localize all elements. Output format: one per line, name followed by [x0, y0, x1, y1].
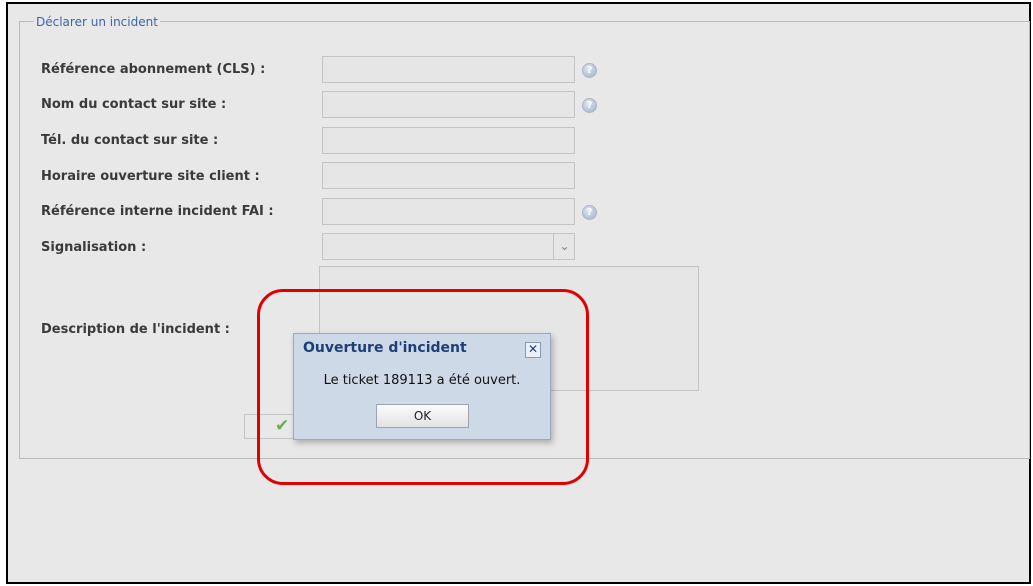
label-description: Description de l'incident : [41, 322, 230, 337]
horaire-ouverture-input[interactable] [322, 162, 575, 189]
chevron-down-icon[interactable]: ⌄ [553, 233, 575, 260]
annotation-highlight [257, 289, 589, 485]
nom-contact-input[interactable] [322, 91, 575, 118]
help-icon[interactable]: ? [582, 63, 597, 78]
help-icon[interactable]: ? [582, 205, 597, 220]
label-horaire-ouverture: Horaire ouverture site client : [41, 169, 260, 184]
reference-abonnement-input[interactable] [322, 56, 575, 83]
label-reference-abonnement: Référence abonnement (CLS) : [41, 62, 266, 77]
help-icon[interactable]: ? [582, 98, 597, 113]
label-tel-contact: Tél. du contact sur site : [41, 133, 219, 148]
label-reference-interne: Référence interne incident FAI : [41, 204, 274, 219]
label-signalisation: Signalisation : [41, 240, 147, 255]
signalisation-select[interactable] [322, 233, 575, 260]
tel-contact-input[interactable] [322, 127, 575, 154]
label-nom-contact: Nom du contact sur site : [41, 97, 227, 112]
reference-interne-input[interactable] [322, 198, 575, 225]
fieldset-legend: Déclarer un incident [34, 15, 160, 29]
